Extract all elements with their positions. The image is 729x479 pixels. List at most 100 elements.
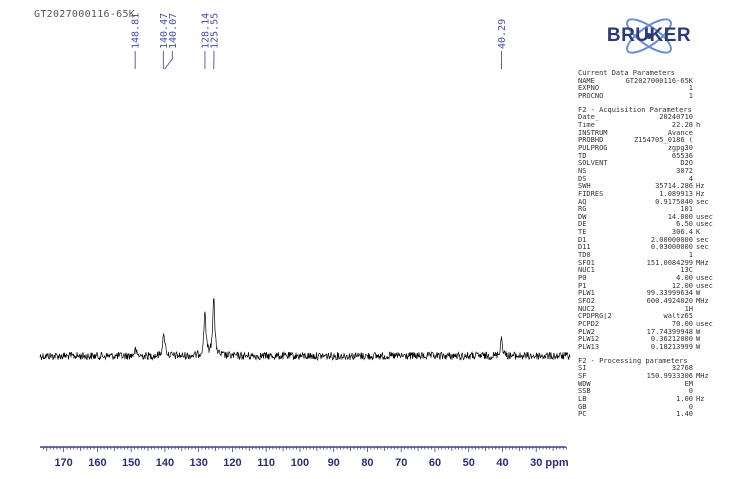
param-key: EXPNO [578, 85, 600, 93]
param-unit [693, 153, 714, 161]
param-row: TD 65536 [578, 153, 714, 161]
param-value: 600.4924020 [646, 298, 693, 306]
peak-label-leader [164, 51, 173, 70]
param-unit [693, 381, 714, 389]
x-tick-label: 70 [395, 457, 407, 469]
param-unit [693, 137, 714, 145]
param-value: Z154705_0186 ( [633, 137, 693, 145]
param-value: GT2027000116-65K [625, 77, 693, 85]
param-value: 12.00 [671, 282, 693, 290]
param-value: 0 [688, 388, 693, 396]
param-row: CPDPRG[2 waltz65 [578, 313, 714, 321]
param-key: NS [578, 167, 587, 175]
param-key: CPDPRG[2 [578, 313, 612, 321]
param-unit [693, 206, 714, 214]
param-unit: sec [696, 244, 709, 252]
param-value: 1 [688, 85, 693, 93]
param-value: 1.00 [676, 395, 693, 403]
param-unit: usec [696, 221, 713, 229]
param-unit [693, 176, 714, 184]
param-key: SSB [578, 388, 591, 396]
param-unit [693, 85, 714, 93]
param-row: NUC1 13C [578, 267, 714, 275]
param-row: PCPD2 70.00 usec [578, 321, 714, 329]
param-unit [693, 93, 714, 101]
param-key: LB [578, 395, 587, 403]
param-row: NAME GT2027000116-65K [578, 78, 714, 86]
param-value: Avance [667, 129, 693, 137]
param-row: SI 32768 [578, 365, 714, 373]
x-tick-label: 90 [328, 457, 340, 469]
param-key: SOLVENT [578, 160, 608, 168]
param-value: 14.000 [667, 213, 693, 221]
param-row: NS 3072 [578, 168, 714, 176]
param-value: 0.9175040 [655, 198, 693, 206]
param-key: Time [578, 121, 595, 129]
logo-wordmark: BRUKER [606, 25, 692, 46]
x-tick-label: 100 [291, 457, 309, 469]
param-value: 65536 [671, 152, 693, 160]
param-key: DE [578, 221, 587, 229]
param-value: 4 [688, 175, 693, 183]
param-key: PROBHD [578, 137, 604, 145]
param-unit: usec [696, 282, 713, 290]
param-row: SF 150.9933306 MHz [578, 373, 714, 381]
param-value: 150.9933306 [646, 372, 693, 380]
param-unit [693, 145, 714, 153]
param-row: PLW1 99.33999634 W [578, 290, 714, 298]
param-row: LB 1.00 Hz [578, 396, 714, 404]
peak-label-layer: 148.81 140.47140.07 128.14125.55 40.29 [131, 13, 508, 70]
peak-label: 148.81 [131, 13, 142, 49]
x-axis-label: ppm [545, 457, 568, 469]
param-key: PROCNO [578, 92, 604, 100]
param-unit [693, 78, 714, 86]
x-tick-label: 170 [54, 457, 72, 469]
param-row: Date_ 20240710 [578, 114, 714, 122]
param-key: P1 [578, 282, 587, 290]
param-value: 32768 [671, 365, 693, 373]
x-axis: 170 160 150 140 130 120 110 100 90 80 70 60 50 40 30 pp… [40, 446, 569, 469]
param-key: D11 [578, 244, 591, 252]
trace-layer [39, 297, 571, 361]
param-key: RG [578, 206, 587, 214]
param-value: 101 [680, 206, 693, 214]
param-row: GB 0 [578, 404, 714, 412]
param-unit [693, 160, 714, 168]
param-key: PULPROG [578, 144, 608, 152]
param-value: 1.40 [676, 411, 693, 419]
param-row: FIDRES 1.089913 Hz [578, 191, 714, 199]
param-section-title: F2 - Acquisition Parameters [578, 105, 692, 114]
param-key: SFO1 [578, 259, 595, 267]
param-value: 22.28 [671, 121, 693, 129]
parameters-panel: Current Data Parameters NAME GT2027000116-… [578, 69, 714, 425]
param-value: 1 [688, 92, 693, 100]
param-value: zgpg30 [667, 144, 693, 152]
param-unit: usec [696, 213, 713, 221]
param-unit [693, 252, 714, 260]
param-value: 0 [688, 403, 693, 411]
param-row: D1 2.00000000 sec [578, 237, 714, 245]
param-row: Time 22.28 h [578, 122, 714, 130]
param-key: D1 [578, 236, 587, 244]
peak-label: 40.29 [497, 19, 508, 49]
param-value: 35714.286 [655, 183, 693, 191]
param-unit [693, 267, 714, 275]
param-unit [693, 130, 714, 138]
param-value: EM [684, 380, 693, 388]
param-row: PROCNO 1 [578, 93, 714, 101]
param-unit: MHz [696, 372, 709, 380]
param-value: 99.33999634 [646, 290, 693, 298]
param-key: INSTRUM [578, 129, 608, 137]
param-value: 3072 [676, 167, 693, 175]
param-row: SSB 0 [578, 388, 714, 396]
param-row: SFO1 151.0084299 MHz [578, 260, 714, 268]
x-tick-label: 50 [463, 457, 475, 469]
param-row: SWH 35714.286 Hz [578, 183, 714, 191]
x-tick-label: 110 [257, 457, 275, 469]
param-value: 0.36212000 [650, 336, 693, 344]
param-unit: usec [696, 321, 713, 328]
param-value: 306.4 [671, 229, 693, 237]
param-key: AQ [578, 198, 587, 206]
param-key: TE [578, 229, 587, 237]
param-unit [693, 313, 714, 321]
